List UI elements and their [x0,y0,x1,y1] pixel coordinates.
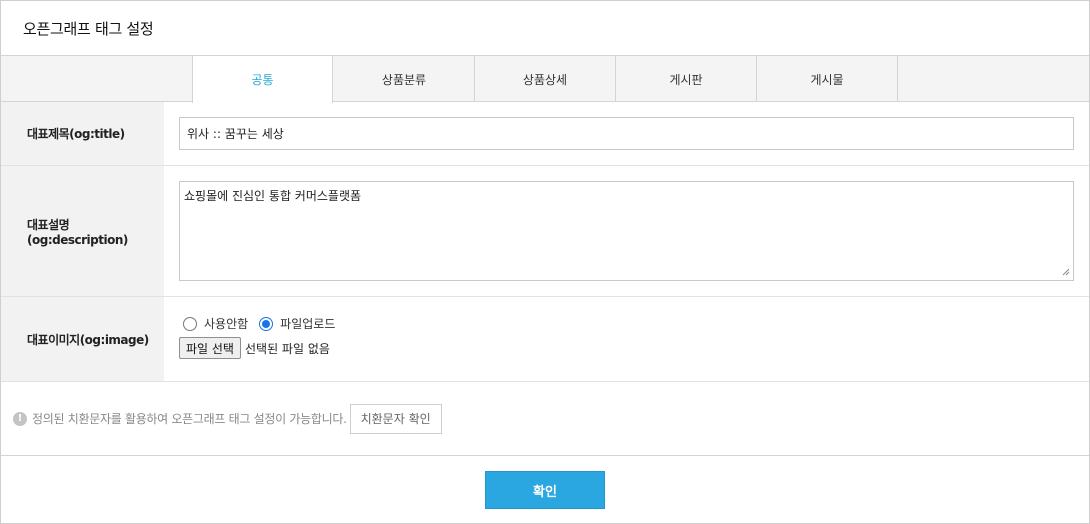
og-description-label: 대표설명(og:description) [1,166,164,296]
resize-grip-icon[interactable] [1062,268,1070,276]
tab-product-category[interactable]: 상품분류 [334,56,475,102]
page-title: 오픈그래프 태그 설정 [23,19,154,38]
og-image-value-cell: 사용안함 파일업로드 파일 선택 선택된 파일 없음 [164,297,1089,381]
radio-none-control[interactable] [183,316,197,331]
og-description-row: 대표설명(og:description) 쇼핑몰에 진심인 통합 커머스플랫폼 [1,166,1089,297]
og-settings-panel: 오픈그래프 태그 설정 공통 상품분류 상품상세 게시판 게시물 대표제목(og… [0,0,1090,524]
tab-label: 공통 [251,73,274,87]
exclamation-icon: ! [13,411,27,426]
tab-label: 게시판 [669,72,703,87]
radio-upload-label: 파일업로드 [280,317,336,331]
radio-option-none[interactable]: 사용안함 [179,315,248,332]
tab-post[interactable]: 게시물 [757,56,898,102]
view-substitution-button[interactable]: 치환문자 확인 [349,403,442,434]
tab-label: 상품분류 [381,72,427,87]
file-picker: 파일 선택 선택된 파일 없음 [179,337,1075,359]
og-image-radio-group: 사용안함 파일업로드 [179,315,1075,332]
info-row: ! 정의된 치환문자를 활용하여 오픈그래프 태그 설정이 가능합니다. 치환문… [1,382,1089,456]
info-text: 정의된 치환문자를 활용하여 오픈그래프 태그 설정이 가능합니다. [32,412,347,426]
radio-upload-control[interactable] [259,316,274,331]
radio-option-upload[interactable]: 파일업로드 [255,315,335,332]
tab-label: 상품상세 [522,72,568,87]
og-title-value-cell [164,102,1089,165]
file-status-text: 선택된 파일 없음 [244,341,330,356]
og-description-value-cell: 쇼핑몰에 진심인 통합 커머스플랫폼 [164,166,1089,296]
tab-bar: 공통 상품분류 상품상세 게시판 게시물 [1,56,1089,103]
tab-board[interactable]: 게시판 [616,56,757,102]
og-description-textarea[interactable]: 쇼핑몰에 진심인 통합 커머스플랫폼 [179,181,1074,281]
footer: 확인 [1,456,1089,524]
tab-product-detail[interactable]: 상품상세 [475,56,616,102]
title-bar: 오픈그래프 태그 설정 [1,1,1089,56]
og-title-row: 대표제목(og:title) [1,102,1089,166]
og-title-input[interactable] [179,117,1074,150]
radio-none-label: 사용안함 [204,317,249,331]
confirm-button[interactable]: 확인 [485,471,605,509]
og-image-row: 대표이미지(og:image) 사용안함 파일업로드 파일 선택 선택된 파일 … [1,297,1089,382]
tab-label: 게시물 [810,72,844,87]
og-image-label: 대표이미지(og:image) [1,297,164,381]
og-title-label: 대표제목(og:title) [1,102,164,165]
choose-file-button[interactable]: 파일 선택 [179,337,241,359]
tab-common[interactable]: 공통 [192,56,333,103]
